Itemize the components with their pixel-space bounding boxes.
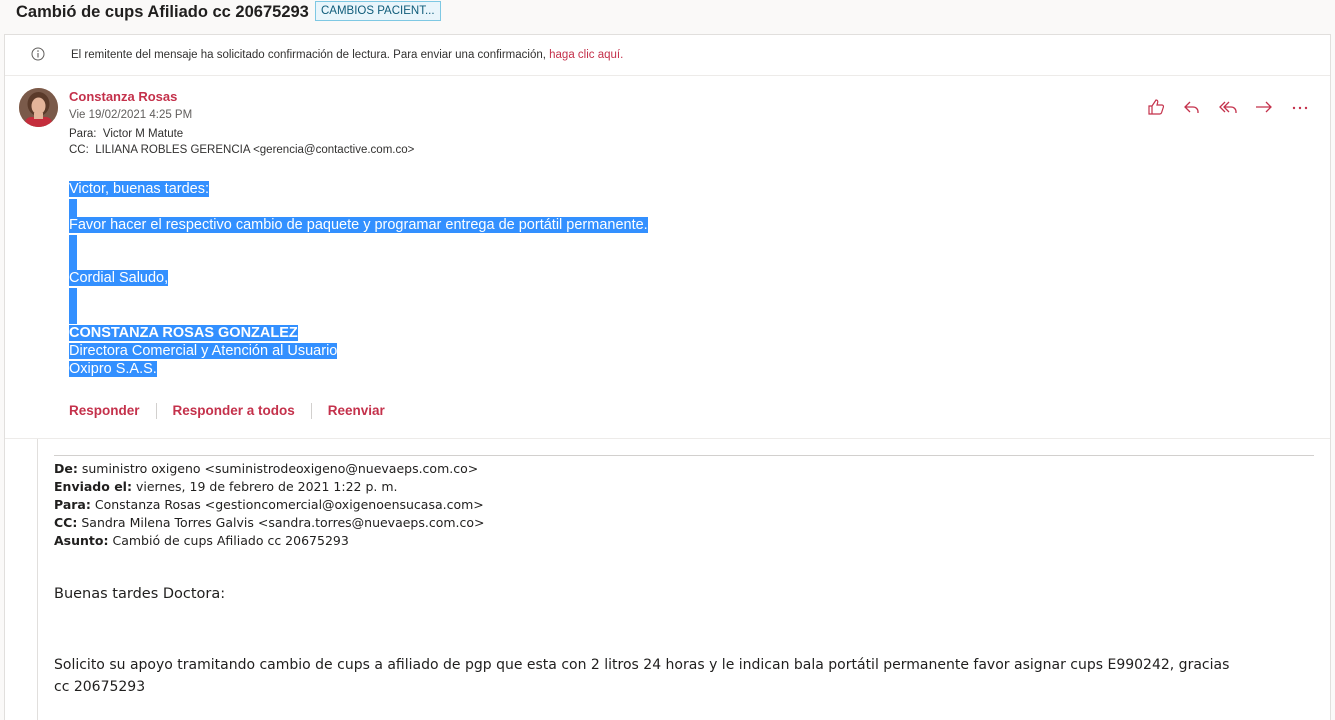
signature-name-text: CONSTANZA ROSAS GONZALEZ [69,325,298,341]
quoted-sent: Enviado el: viernes, 19 de febrero de 20… [54,479,398,494]
divider [155,403,157,420]
quote-separator [54,455,1314,456]
cc-label: CC: [69,144,89,156]
cc-recipient[interactable]: LILIANA ROBLES GERENCIA <gerencia@contac… [95,144,414,156]
selection-blank [69,199,77,217]
selection-blank [69,288,77,306]
avatar[interactable] [19,88,58,127]
signature-name: CONSTANZA ROSAS GONZALEZ [69,325,298,341]
info-icon [31,47,45,61]
reply-actions: Responder Responder a todos Reenviar [69,403,385,420]
quoted-to-value: Constanza Rosas <gestioncomercial@oxigen… [94,497,484,512]
reply-button[interactable]: Responder [69,403,140,418]
read-receipt-link[interactable]: haga clic aquí. [549,49,623,61]
message-date: Vie 19/02/2021 4:25 PM [69,109,193,121]
forward-button[interactable]: Reenviar [328,403,385,418]
forward-icon[interactable] [1253,97,1275,117]
read-receipt-message: El remitente del mensaje ha solicitado c… [71,49,550,61]
reply-all-button[interactable]: Responder a todos [173,403,295,418]
quoted-paragraph-line1: Solicito su apoyo tramitando cambio de c… [54,657,1230,673]
body-line1: Favor hacer el respectivo cambio de paqu… [69,217,648,233]
more-icon[interactable] [1289,97,1311,117]
avatar-image [19,88,58,127]
reply-all-icon[interactable] [1217,97,1239,117]
quoted-to: Para: Constanza Rosas <gestioncomercial@… [54,497,484,512]
quoted-to-label: Para: [54,497,91,512]
subject-bar: Cambió de cups Afiliado cc 20675293 CAMB… [0,0,1335,34]
selection-blank [69,235,77,253]
quoted-subject-label: Asunto: [54,533,109,548]
quoted-paragraph-line2: cc 20675293 [54,679,146,695]
to-recipient[interactable]: Victor M Matute [103,128,183,140]
quoted-subject-value: Cambió de cups Afiliado cc 20675293 [112,533,349,548]
body-greeting-text: Victor, buenas tardes: [69,181,209,197]
signature-company-text: Oxipro S.A.S. [69,361,157,377]
body-closing-text: Cordial Saludo, [69,270,169,286]
quoted-from: De: suministro oxigeno <suministrodeoxig… [54,461,478,476]
cc-line: CC: LILIANA ROBLES GERENCIA <gerencia@co… [69,144,414,156]
body-line1-text: Favor hacer el respectivo cambio de paqu… [69,217,648,233]
sender-name[interactable]: Constanza Rosas [69,89,177,104]
signature-title-text: Directora Comercial y Atención al Usuari… [69,343,338,359]
divider [310,403,312,420]
body-closing: Cordial Saludo, [69,270,169,286]
quoted-subject: Asunto: Cambió de cups Afiliado cc 20675… [54,533,349,548]
read-receipt-banner: El remitente del mensaje ha solicitado c… [5,35,1330,76]
selection-blank [69,253,77,271]
quoted-message: De: suministro oxigeno <suministrodeoxig… [37,439,1331,720]
quoted-cc: CC: Sandra Milena Torres Galvis <sandra.… [54,515,485,530]
quoted-sent-label: Enviado el: [54,479,132,494]
email-subject: Cambió de cups Afiliado cc 20675293 [16,3,309,21]
selection-blank [69,306,77,324]
message-actions [1145,97,1315,117]
quoted-greeting: Buenas tardes Doctora: [54,586,226,602]
reply-icon[interactable] [1181,97,1203,117]
reading-pane: El remitente del mensaje ha solicitado c… [4,34,1331,720]
like-icon[interactable] [1145,97,1167,117]
to-line: Para: Victor M Matute [69,128,183,140]
quoted-cc-label: CC: [54,515,78,530]
read-receipt-text: El remitente del mensaje ha solicitado c… [71,49,623,61]
quoted-from-value: suministro oxigeno <suministrodeoxigeno@… [81,461,479,476]
category-tag[interactable]: CAMBIOS PACIENT... [315,1,441,21]
signature-company: Oxipro S.A.S. [69,361,157,377]
quoted-sent-value: viernes, 19 de febrero de 2021 1:22 p. m… [135,479,398,494]
signature-title: Directora Comercial y Atención al Usuari… [69,343,338,359]
body-greeting: Victor, buenas tardes: [69,181,209,197]
quoted-from-label: De: [54,461,78,476]
to-label: Para: [69,128,97,140]
quoted-cc-value: Sandra Milena Torres Galvis <sandra.torr… [81,515,485,530]
